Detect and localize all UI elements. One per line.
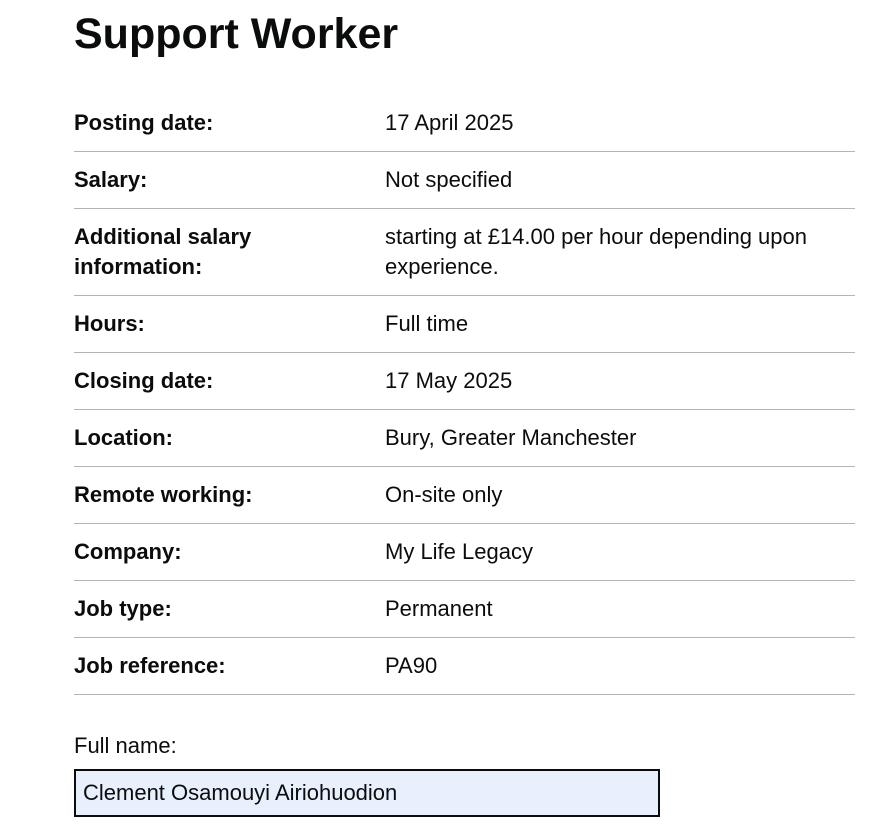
summary-value: Full time bbox=[385, 311, 469, 336]
summary-row-company: Company: My Life Legacy bbox=[74, 524, 855, 581]
summary-row-additional-salary-information: Additional salary information: starting … bbox=[74, 209, 855, 296]
job-summary-list: Posting date: 17 April 2025 Salary: Not … bbox=[74, 95, 855, 695]
summary-key: Hours: bbox=[74, 311, 145, 336]
summary-value: My Life Legacy bbox=[385, 539, 533, 564]
summary-key: Location: bbox=[74, 425, 173, 450]
summary-value: PA90 bbox=[385, 653, 438, 678]
summary-row-hours: Hours: Full time bbox=[74, 296, 855, 353]
summary-key: Salary: bbox=[74, 167, 148, 192]
summary-value: 17 April 2025 bbox=[385, 110, 514, 135]
summary-key: Company: bbox=[74, 539, 182, 564]
summary-key: Posting date: bbox=[74, 110, 214, 135]
summary-row-posting-date: Posting date: 17 April 2025 bbox=[74, 95, 855, 152]
full-name-input[interactable] bbox=[74, 769, 660, 817]
summary-row-location: Location: Bury, Greater Manchester bbox=[74, 410, 855, 467]
summary-key: Closing date: bbox=[74, 368, 214, 393]
summary-key: Job type: bbox=[74, 596, 172, 621]
summary-row-remote-working: Remote working: On-site only bbox=[74, 467, 855, 524]
summary-row-closing-date: Closing date: 17 May 2025 bbox=[74, 353, 855, 410]
summary-value: Not specified bbox=[385, 167, 513, 192]
summary-value: On-site only bbox=[385, 482, 503, 507]
summary-value: Permanent bbox=[385, 596, 493, 621]
summary-row-job-reference: Job reference: PA90 bbox=[74, 638, 855, 695]
summary-key: Job reference: bbox=[74, 653, 226, 678]
summary-row-salary: Salary: Not specified bbox=[74, 152, 855, 209]
page-title: Support Worker bbox=[74, 10, 399, 58]
summary-value: Bury, Greater Manchester bbox=[385, 425, 637, 450]
summary-value: 17 May 2025 bbox=[385, 368, 513, 393]
summary-key: Additional salary information: bbox=[74, 224, 252, 279]
summary-key: Remote working: bbox=[74, 482, 253, 507]
summary-value: starting at £14.00 per hour depending up… bbox=[385, 224, 807, 279]
summary-row-job-type: Job type: Permanent bbox=[74, 581, 855, 638]
full-name-label: Full name: bbox=[74, 733, 177, 758]
